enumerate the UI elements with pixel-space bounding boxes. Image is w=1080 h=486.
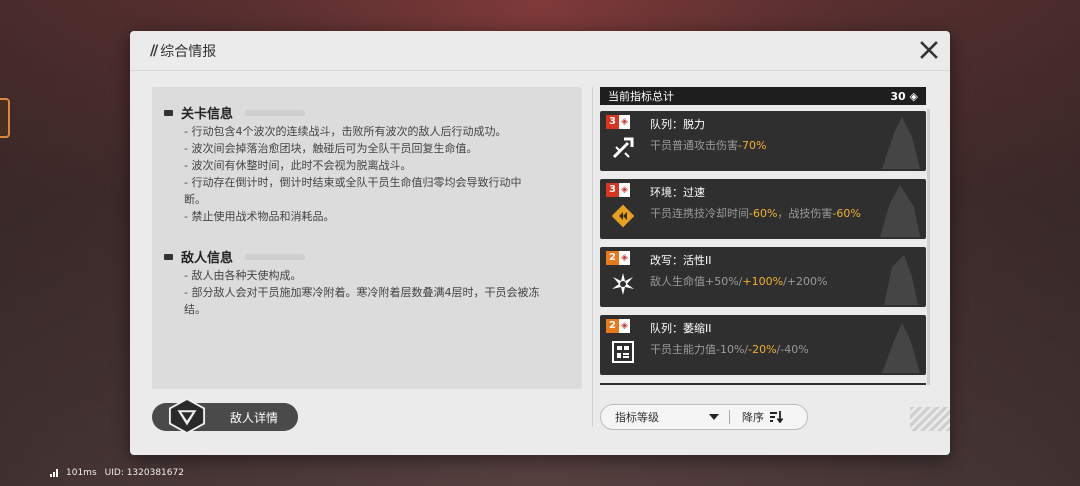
enemy-details-button[interactable]: 敌人详情 (152, 397, 298, 435)
level-badge: 2 ◈ (606, 319, 636, 333)
figure-decor-icon (884, 255, 918, 305)
modifier-card-partial[interactable] (600, 383, 926, 385)
ping-value: 101ms (66, 468, 97, 478)
stage-line: - 行动包含4个波次的连续战斗，击败所有波次的敌人后行动成功。 (184, 125, 507, 138)
stage-info-section: 关卡信息 - 行动包含4个波次的连续战斗，击败所有波次的敌人后行动成功。 - 波… (164, 103, 570, 225)
enemy-emblem-icon (168, 397, 206, 435)
total-value: 30 ◈ (890, 89, 918, 103)
section-decor (245, 253, 306, 260)
enemy-info-title: 敌人信息 (181, 251, 234, 266)
level-badge: 3 ◈ (606, 115, 636, 129)
uid-label: UID: 1320381672 (104, 468, 184, 478)
figure-decor-icon (882, 117, 920, 169)
sort-control: 指标等级 降序 (600, 404, 808, 430)
sort-order-label: 降序 (742, 411, 764, 424)
info-box: 关卡信息 - 行动包含4个波次的连续战斗，击败所有波次的敌人后行动成功。 - 波… (152, 87, 582, 389)
card-desc: 干员主能力值-10%/-20%/-40% (650, 343, 809, 356)
section-decor (245, 109, 306, 116)
card-title: 改写：活性II (650, 254, 712, 267)
modifier-card[interactable]: 2 ◈ 队列：萎缩II 干员主能力值-10%/-20%/-40% (600, 315, 926, 375)
card-desc: 干员普通攻击伤害-70% (650, 139, 767, 152)
sort-order-toggle[interactable]: 降序 (730, 409, 784, 425)
sort-field-select[interactable]: 指标等级 (601, 409, 729, 425)
enemy-details-label: 敌人详情 (230, 410, 279, 425)
scrollbar[interactable] (927, 109, 930, 385)
panel-header: // 综合情报 (130, 31, 950, 71)
card-title: 环境：过速 (650, 186, 705, 199)
corner-hatch-decor (910, 407, 950, 431)
modifier-card[interactable]: 3 ◈ 队列：脱力 干员普通攻击伤害-70% (600, 111, 926, 171)
stage-line: 断。 (184, 193, 206, 206)
status-bar: 101ms UID: 1320381672 (50, 468, 184, 478)
modifier-list: 当前指标总计 30 ◈ 3 ◈ 队列：脱力 干员普通攻击伤害-70% 3 ◈ 环… (600, 87, 930, 387)
card-title: 队列：萎缩II (650, 322, 712, 335)
enemy-line: - 敌人由各种天使构成。 (184, 269, 302, 282)
level-badge: 2 ◈ (606, 251, 636, 265)
enemy-line: 结。 (184, 303, 206, 316)
figure-decor-icon (882, 323, 920, 373)
signal-icon (50, 469, 58, 477)
card-title: 队列：脱力 (650, 118, 705, 131)
stage-info-title: 关卡信息 (181, 107, 234, 122)
burst-icon (612, 273, 634, 295)
enemy-line: - 部分敌人会对干员施加寒冷附着。寒冷附着层数叠满4层时，干员会被冻 (184, 286, 540, 299)
sort-field-label: 指标等级 (615, 411, 659, 424)
panel-title: 综合情报 (160, 43, 217, 60)
card-desc: 干员连携技冷却时间-60%，战技伤害-60% (650, 207, 861, 220)
enemy-info-section: 敌人信息 - 敌人由各种天使构成。 - 部分敌人会对干员施加寒冷附着。寒冷附着层… (164, 247, 570, 318)
total-label: 当前指标总计 (608, 90, 674, 103)
bullet-icon (164, 109, 173, 116)
level-badge: 3 ◈ (606, 183, 636, 197)
stage-line: - 行动存在倒计时，倒计时结束或全队干员生命值归零均会导致行动中 (184, 176, 522, 189)
stage-line: - 禁止使用战术物品和消耗品。 (184, 210, 335, 223)
title-slashes: // (150, 42, 158, 59)
grid-panel-icon (612, 341, 634, 363)
bullet-icon (164, 253, 173, 260)
intel-panel: // 综合情报 关卡信息 - 行动包含4个波次的连续战斗，击败所有波次的敌人后行… (130, 31, 950, 455)
close-button[interactable] (918, 39, 940, 61)
modifier-card[interactable]: 3 ◈ 环境：过速 干员连携技冷却时间-60%，战技伤害-60% (600, 179, 926, 239)
stage-line: - 波次间有休整时间，此时不会视为脱离战斗。 (184, 159, 412, 172)
side-hex-button[interactable] (0, 98, 10, 138)
cards-scroll[interactable]: 3 ◈ 队列：脱力 干员普通攻击伤害-70% 3 ◈ 环境：过速 干员连携技冷却… (600, 111, 930, 385)
stage-line: - 波次间会掉落治愈团块，触碰后可为全队干员回复生命值。 (184, 142, 478, 155)
speed-diamond-icon (611, 204, 635, 228)
card-desc: 敌人生命值+50%/+100%/+200% (650, 275, 828, 288)
total-bar: 当前指标总计 30 ◈ (600, 87, 926, 105)
dropdown-arrow-icon (709, 414, 719, 420)
sword-break-icon (612, 137, 634, 159)
column-divider (592, 87, 593, 427)
figure-decor-icon (880, 185, 920, 237)
sort-desc-icon (770, 411, 784, 423)
modifier-card[interactable]: 2 ◈ 改写：活性II 敌人生命值+50%/+100%/+200% (600, 247, 926, 307)
close-icon (920, 41, 938, 59)
